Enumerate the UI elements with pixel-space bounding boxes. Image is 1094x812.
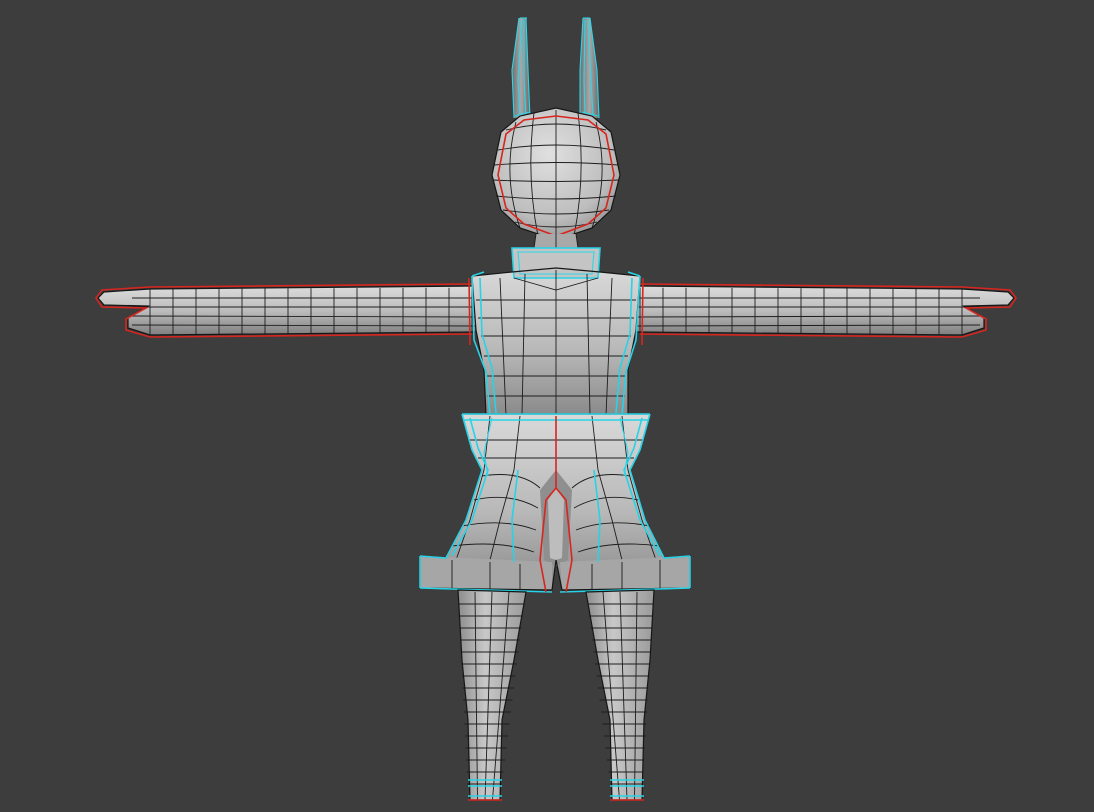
right-leg bbox=[585, 589, 655, 801]
right-ear bbox=[579, 17, 600, 119]
neck bbox=[533, 233, 579, 249]
left-ear bbox=[511, 17, 531, 119]
right-arm bbox=[636, 283, 1017, 338]
left-arm bbox=[95, 283, 476, 338]
head bbox=[491, 107, 621, 241]
mesh-render[interactable] bbox=[0, 0, 1094, 812]
3d-viewport[interactable] bbox=[0, 0, 1094, 812]
torso bbox=[468, 247, 644, 416]
skirt bbox=[419, 413, 691, 593]
left-leg bbox=[457, 589, 527, 801]
